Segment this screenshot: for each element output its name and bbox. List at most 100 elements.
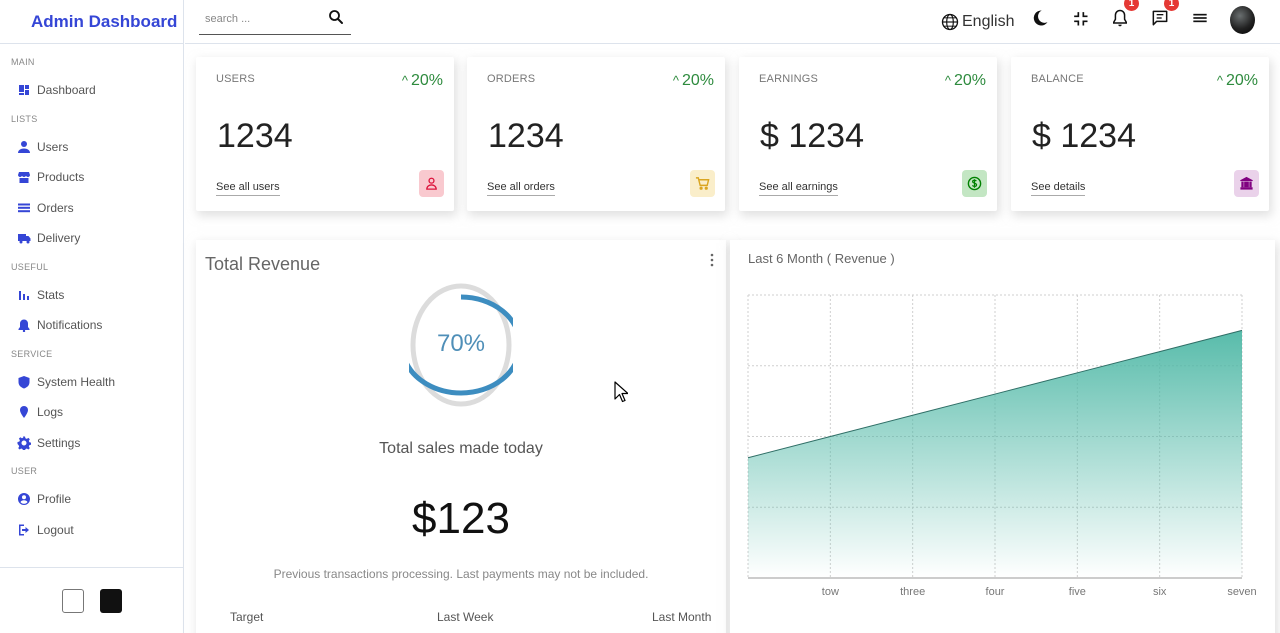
widget-icon-badge [690,170,715,197]
widget-percentage: ^ 20% [673,72,714,90]
chart-x-tick-label: seven [1227,586,1256,598]
dollar-coin-icon [967,176,982,191]
widget-link[interactable]: See details [1031,181,1086,196]
dark-mode-toggle[interactable] [1030,0,1050,36]
widget-counter: 1234 [488,117,564,155]
account-circle-icon [18,493,30,506]
sidebar-item-profile[interactable]: Profile [0,484,183,515]
light-theme-button[interactable] [61,588,84,613]
sidebar-item-label: Orders [37,200,74,215]
mouse-cursor-icon [614,381,628,403]
widget-balance: BALANCE ^ 20% $ 1234 See details [1011,57,1269,211]
sidebar-item-settings[interactable]: Settings [0,428,183,459]
notifications-counter: 1 [1124,0,1139,11]
widget-earnings: EARNINGS ^ 20% $ 1234 See all earnings [739,57,997,211]
sidebar-item-orders[interactable]: Orders [0,193,183,224]
logo-container: Admin Dashboard [0,0,183,44]
menu-group-title: MAIN [11,57,35,67]
widget-link[interactable]: See all users [216,181,280,196]
logout-icon-wrapper [17,523,31,537]
sidebar-item-logout[interactable]: Logout [0,515,183,546]
fullscreen-exit-button[interactable] [1070,0,1090,36]
sidebar-item-delivery[interactable]: Delivery [0,223,183,254]
avatar [1230,6,1255,34]
globe-icon [941,13,959,31]
widget-title: EARNINGS [759,73,819,85]
app-logo[interactable]: Admin Dashboard [31,12,177,32]
chart-x-tick-label: five [1069,586,1086,598]
menu-group-title: USER [11,466,38,476]
bell-icon [1113,9,1127,27]
sidebar-item-users[interactable]: Users [0,132,183,163]
sidebar-item-label: Logs [37,405,64,420]
widget-link[interactable]: See all orders [487,181,555,196]
widget-percentage-value: 20% [953,72,986,89]
gear-icon-wrapper [17,436,31,450]
summary-last-month-title: Last Month [652,610,712,624]
widget-percentage: ^ 20% [1217,72,1258,90]
logout-icon [19,524,29,536]
widget-icon-badge [1234,170,1259,197]
revenue-area-chart: tow three four five six seven [747,294,1257,598]
navbar: English 1 1 [185,0,1280,44]
widget-icon-badge [962,170,987,197]
messages-counter: 1 [1164,0,1179,11]
featured-description: Previous transactions processing. Last p… [273,567,649,581]
notifications-button[interactable]: 1 [1110,0,1139,36]
sidebar-item-label: Settings [37,435,81,450]
sidebar-item-logs[interactable]: Logs [0,397,183,428]
featured-amount: $123 [412,494,510,543]
dark-theme-button[interactable] [99,588,122,613]
sidebar-item-label: Stats [37,287,65,302]
menu-group-title: USEFUL [11,261,49,272]
menu-group-title: LISTS [11,113,38,124]
sidebar-item-dashboard[interactable]: Dashboard [0,75,183,106]
sidebar-menu: MAIN Dashboard LISTS Users Products Orders Del… [0,44,183,545]
widget-percentage-value: 20% [410,72,443,89]
language-selector[interactable]: English [940,4,1014,40]
language-label: English [962,13,1015,30]
person-outline-icon [426,177,437,190]
sidebar-item-notifications[interactable]: Notifications [0,310,183,341]
search-icon[interactable] [327,8,345,26]
sidebar-item-products[interactable]: Products [0,162,183,193]
sidebar-item-label: Notifications [37,318,103,333]
chart-x-tick-label: four [986,586,1005,598]
chat-bubble-icon [1152,10,1168,26]
summary-target-title: Target [230,610,264,624]
sidebar-item-label: Logout [37,522,74,537]
arrow-up-icon: ^ [401,73,408,88]
widget-counter: 1234 [217,117,293,155]
messages-button[interactable]: 1 [1150,0,1179,36]
chart-x-tick-label: tow [822,586,839,598]
credit-card-icon-wrapper [17,201,31,215]
widget-title: ORDERS [487,73,536,85]
pin-icon [20,406,28,419]
sidebar-item-stats[interactable]: Stats [0,280,183,311]
gear-icon [17,436,31,450]
user-avatar-button[interactable] [1230,2,1255,38]
widget-percentage-value: 20% [1225,72,1258,89]
menu-group-lists: LISTS Users Products Orders Delivery [0,114,183,254]
widget-link[interactable]: See all earnings [759,181,838,196]
pin-icon-wrapper [17,405,31,419]
list-menu-button[interactable] [1190,0,1210,36]
widget-percentage: ^ 20% [945,72,986,90]
search-input[interactable] [199,13,317,25]
person-icon [18,140,30,153]
theme-switcher [0,567,183,633]
more-vert-icon[interactable] [710,252,714,268]
account-circle-icon-wrapper [17,492,31,506]
store-icon-wrapper [17,170,31,184]
widget-percentage-value: 20% [681,72,714,89]
bell-icon-wrapper [17,318,31,333]
widget-icon-badge [419,170,444,197]
widget-title: BALANCE [1031,73,1084,85]
arrow-up-icon: ^ [1216,73,1223,88]
sidebar-item-label: Products [37,170,85,185]
widget-counter: $ 1234 [760,117,864,155]
widget-users: USERS ^ 20% 1234 See all users [196,57,454,211]
sidebar-item-system-health[interactable]: System Health [0,367,183,398]
arrow-up-icon: ^ [672,73,679,88]
chart-x-tick-label: three [900,586,925,598]
